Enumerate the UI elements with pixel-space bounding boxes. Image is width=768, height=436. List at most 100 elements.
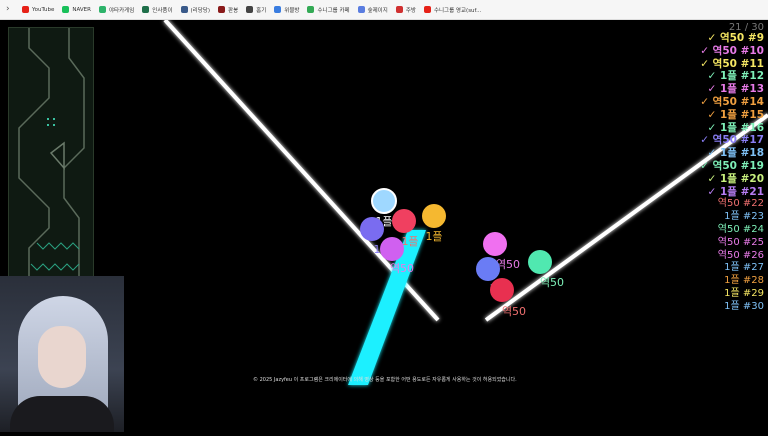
bookmark-favicon-icon [22, 6, 29, 13]
leaderboard-entry: 1플 #18 [719, 147, 764, 160]
check-icon: ✓ [707, 121, 720, 134]
bookmark-label: 수니그룹 영교(suf... [433, 7, 482, 14]
bookmark-item[interactable]: 수니그룹 영교(suf... [423, 6, 482, 14]
bookmark-favicon-icon [274, 6, 282, 13]
bookmark-item[interactable]: 인사품이 [142, 6, 173, 14]
marble-ball [422, 204, 446, 228]
check-icon: ✓ [700, 95, 713, 108]
leaderboard-row: 역50 #25 [718, 237, 764, 250]
leaderboard-row: 1플 #28 [724, 275, 764, 288]
leaderboard-row: 역50 #22 [718, 198, 764, 211]
bookmark-label: NAVER [72, 6, 91, 13]
marble-label: 역50 [540, 276, 564, 289]
bookmark-label: (리당당) [190, 7, 211, 14]
marble-ball [371, 188, 397, 214]
leaderboard-row: ✓ 1플 #21 [708, 186, 765, 199]
bookmark-item[interactable]: 위블방 [274, 6, 299, 14]
marble-ball [392, 209, 416, 233]
webcam-person-face [38, 326, 86, 388]
leaderboard-row: ✓ 역50 #17 [700, 134, 764, 147]
bookmark-favicon-icon [307, 6, 315, 13]
leaderboard-entry: 1플 #12 [719, 70, 764, 83]
leaderboard-entry: 1플 #13 [719, 83, 764, 96]
leaderboard-entry: 1플 #27 [724, 262, 764, 274]
leaderboard-entry: 1플 #23 [724, 211, 764, 223]
check-icon: ✓ [707, 185, 720, 198]
check-icon: ✓ [700, 134, 713, 147]
bookmark-label: 위블방 [284, 7, 300, 14]
webcam-person-body [10, 396, 114, 432]
leaderboard-row: ✓ 역50 #9 [708, 32, 765, 45]
bookmark-favicon-icon [357, 6, 365, 13]
bookmark-item[interactable]: (리당당) [180, 6, 211, 14]
leaderboard-row: ✓ 역50 #19 [700, 160, 764, 173]
leaderboard-row: ✓ 1플 #20 [708, 173, 765, 186]
marble-ball [360, 217, 384, 241]
marble-ball [476, 257, 500, 281]
leaderboard-entry: 1플 #20 [719, 172, 764, 185]
webcam-overlay [0, 276, 124, 432]
leaderboard-entry: 역50 #17 [712, 134, 764, 147]
leaderboard-entry: 역50 #24 [717, 223, 764, 235]
check-icon: ✓ [707, 32, 720, 44]
check-icon: ✓ [707, 147, 720, 160]
marble-label: 역50 [502, 305, 526, 318]
bookmark-favicon-icon [142, 6, 150, 13]
leaderboard-entry: 1플 #16 [719, 121, 764, 134]
bookmark-item[interactable]: 수니그룹 카페 [307, 6, 350, 14]
leaderboard-row: ✓ 역50 #11 [700, 58, 764, 71]
bookmark-label: 주방 [405, 7, 416, 14]
bookmark-label: 판봉 [228, 7, 239, 14]
bookmark-item[interactable]: 홈기 [246, 6, 266, 14]
leaderboard-row: ✓ 1플 #16 [708, 122, 765, 135]
leaderboard-entry: 1플 #21 [719, 185, 764, 198]
leaderboard-row: ✓ 1플 #18 [708, 147, 765, 160]
marble-label: 1플 [425, 230, 442, 243]
bookmark-label: 홈기 [256, 7, 267, 14]
leaderboard-row: 1플 #29 [724, 288, 764, 301]
minimap [8, 27, 94, 277]
bookmark-item[interactable]: YouTube [22, 6, 54, 13]
marble-ball [528, 250, 552, 274]
leaderboard-row: ✓ 1플 #13 [708, 83, 765, 96]
check-icon: ✓ [700, 44, 713, 57]
check-icon: ✓ [700, 57, 713, 70]
bookmark-favicon-icon [62, 6, 70, 13]
bookmarks-bar: › YouTube NAVER 야타카게임 인사품이 (리당당) 판봉 홈기 위블방 수니그룹 … [0, 0, 768, 20]
bookmark-label: 숲제이지 [367, 7, 388, 14]
bookmark-item[interactable]: 숲제이지 [357, 6, 388, 14]
bookmark-item[interactable]: 판봉 [218, 6, 238, 14]
leaderboard-entry: 역50 #25 [717, 236, 764, 248]
leaderboard-row: 1플 #30 [724, 301, 764, 314]
bookmark-favicon-icon [180, 6, 188, 13]
bookmark-favicon-icon [246, 6, 254, 13]
leaderboard-entry: 1플 #29 [724, 287, 764, 299]
leaderboard-row: ✓ 1플 #15 [708, 109, 765, 122]
leaderboard-entry: 역50 #22 [717, 198, 764, 210]
minimap-drawing [18, 28, 85, 276]
bookmark-favicon-icon [218, 6, 226, 13]
marble-label: 1플 [401, 235, 418, 248]
leaderboard: ✓ 역50 #9 ✓ 역50 #10 ✓ 역50 #11 ✓ 1플 #12 ✓ 1플 #… [700, 32, 764, 314]
check-icon: ✓ [707, 172, 720, 185]
leaderboard-entry: 역50 #9 [719, 32, 764, 44]
leaderboard-entry: 1플 #30 [724, 300, 764, 312]
marble-ball [380, 237, 404, 261]
bookmark-label: YouTube [32, 6, 55, 13]
leaderboard-row: ✓ 역50 #10 [700, 45, 764, 58]
leaderboard-entry: 1플 #15 [719, 108, 764, 121]
leaderboard-entry: 1플 #28 [724, 275, 764, 287]
bookmarks-overflow-icon[interactable]: › [6, 4, 10, 14]
leaderboard-row: 역50 #26 [718, 250, 764, 263]
check-icon: ✓ [707, 70, 720, 83]
bookmark-item[interactable]: NAVER [62, 6, 91, 13]
bookmark-item[interactable]: 주방 [395, 6, 416, 14]
check-icon: ✓ [707, 83, 720, 96]
bookmark-favicon-icon [395, 6, 403, 13]
bookmark-favicon-icon [98, 6, 106, 13]
bookmark-favicon-icon [423, 6, 431, 13]
bookmark-item[interactable]: 야타카게임 [98, 6, 134, 14]
marble-ball [483, 232, 507, 256]
check-icon: ✓ [700, 159, 713, 172]
leaderboard-entry: 역50 #14 [712, 95, 764, 108]
